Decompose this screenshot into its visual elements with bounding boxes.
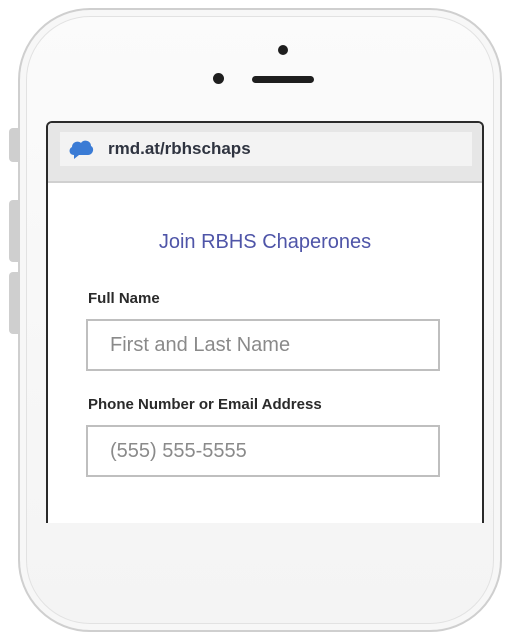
cloud-icon [69, 140, 94, 159]
phone-screen: rmd.at/rbhschaps Join RBHS Chaperones Fu… [46, 121, 484, 523]
camera-dot [213, 73, 224, 84]
volume-up-button [9, 200, 19, 262]
earpiece-speaker [252, 76, 314, 83]
contact-label: Phone Number or Email Address [88, 396, 322, 413]
front-sensor-dot [278, 45, 288, 55]
address-bar[interactable]: rmd.at/rbhschaps [60, 132, 472, 166]
full-name-input[interactable] [86, 319, 440, 371]
mute-switch [9, 128, 19, 162]
browser-toolbar: rmd.at/rbhschaps [48, 123, 482, 183]
volume-down-button [9, 272, 19, 334]
full-name-label: Full Name [88, 290, 160, 307]
url-text: rmd.at/rbhschaps [108, 139, 251, 158]
contact-input[interactable] [86, 425, 440, 477]
form-title: Join RBHS Chaperones [158, 231, 372, 253]
